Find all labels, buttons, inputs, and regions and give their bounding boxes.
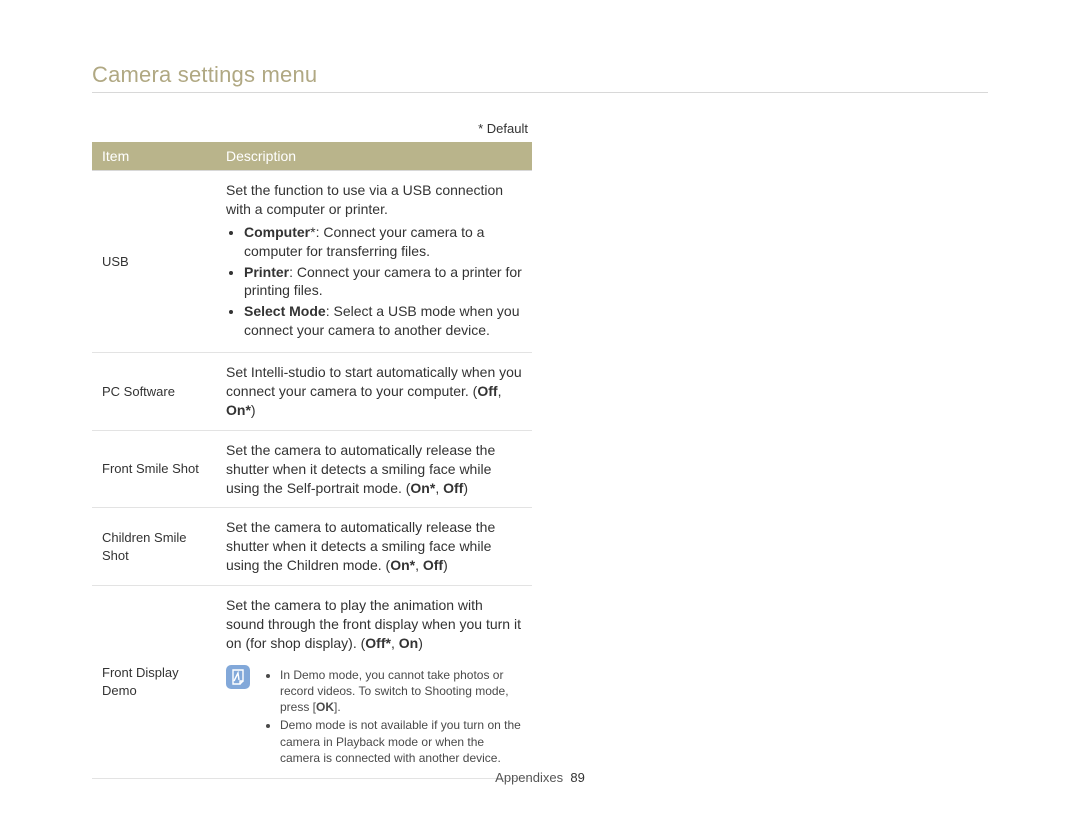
frontdemo-sep: , <box>391 635 399 651</box>
note-box: In Demo mode, you cannot take photos or … <box>226 663 522 768</box>
frontsmile-on: On* <box>410 480 435 496</box>
title-underline <box>92 92 988 93</box>
table-header-row: Item Description <box>92 142 532 171</box>
table-row: Front Display Demo Set the camera to pla… <box>92 586 532 779</box>
desc-cell-front-smile: Set the camera to automatically release … <box>216 430 532 508</box>
item-cell-front-smile: Front Smile Shot <box>92 430 216 508</box>
note1-a: In Demo mode, you cannot take photos or … <box>280 668 509 714</box>
content-column: * Default Item Description USB Set the f… <box>92 121 532 779</box>
usb-opt-select-label: Select Mode <box>244 303 326 319</box>
note1-b: ]. <box>334 700 341 714</box>
note-list: In Demo mode, you cannot take photos or … <box>262 667 522 768</box>
usb-list: Computer*: Connect your camera to a comp… <box>226 223 522 340</box>
note1-ok: OK <box>316 700 334 714</box>
frontdemo-on: On <box>399 635 418 651</box>
desc-cell-front-display-demo: Set the camera to play the animation wit… <box>216 586 532 779</box>
item-cell-usb: USB <box>92 171 216 353</box>
list-item: Computer*: Connect your camera to a comp… <box>244 223 522 261</box>
desc-cell-usb: Set the function to use via a USB connec… <box>216 171 532 353</box>
childsmile-close: ) <box>443 557 448 573</box>
list-item: In Demo mode, you cannot take photos or … <box>280 667 522 716</box>
frontsmile-sep: , <box>435 480 443 496</box>
pcsoft-on: On* <box>226 402 251 418</box>
table-row: PC Software Set Intelli-studio to start … <box>92 353 532 431</box>
page-title: Camera settings menu <box>92 62 988 88</box>
col-header-item: Item <box>92 142 216 171</box>
page-footer: Appendixes 89 <box>0 770 1080 785</box>
usb-opt-printer-label: Printer <box>244 264 289 280</box>
desc-cell-pcsoftware: Set Intelli-studio to start automaticall… <box>216 353 532 431</box>
frontsmile-off: Off <box>443 480 463 496</box>
table-row: USB Set the function to use via a USB co… <box>92 171 532 353</box>
usb-opt-computer-label: Computer <box>244 224 310 240</box>
item-cell-front-display-demo: Front Display Demo <box>92 586 216 779</box>
note-icon <box>226 665 250 689</box>
frontdemo-close: ) <box>418 635 423 651</box>
childsmile-off: Off <box>423 557 443 573</box>
col-header-description: Description <box>216 142 532 171</box>
desc-cell-children-smile: Set the camera to automatically release … <box>216 508 532 586</box>
frontsmile-close: ) <box>463 480 468 496</box>
footer-section: Appendixes <box>495 770 563 785</box>
list-item: Select Mode: Select a USB mode when you … <box>244 302 522 340</box>
pcsoft-off: Off <box>477 383 497 399</box>
pcsoft-close: ) <box>251 402 256 418</box>
manual-page: Camera settings menu * Default Item Desc… <box>0 0 1080 815</box>
table-row: Children Smile Shot Set the camera to au… <box>92 508 532 586</box>
pcsoft-sep: , <box>498 383 502 399</box>
childsmile-text: Set the camera to automatically release … <box>226 519 495 573</box>
childsmile-sep: , <box>415 557 423 573</box>
childsmile-on: On* <box>390 557 415 573</box>
item-cell-children-smile: Children Smile Shot <box>92 508 216 586</box>
default-note: * Default <box>92 121 532 136</box>
item-cell-pcsoftware: PC Software <box>92 353 216 431</box>
table-row: Front Smile Shot Set the camera to autom… <box>92 430 532 508</box>
list-item: Printer: Connect your camera to a printe… <box>244 263 522 301</box>
usb-intro: Set the function to use via a USB connec… <box>226 181 522 219</box>
frontdemo-off: Off* <box>365 635 391 651</box>
footer-page-number: 89 <box>570 770 584 785</box>
list-item: Demo mode is not available if you turn o… <box>280 717 522 766</box>
settings-table: Item Description USB Set the function to… <box>92 142 532 779</box>
